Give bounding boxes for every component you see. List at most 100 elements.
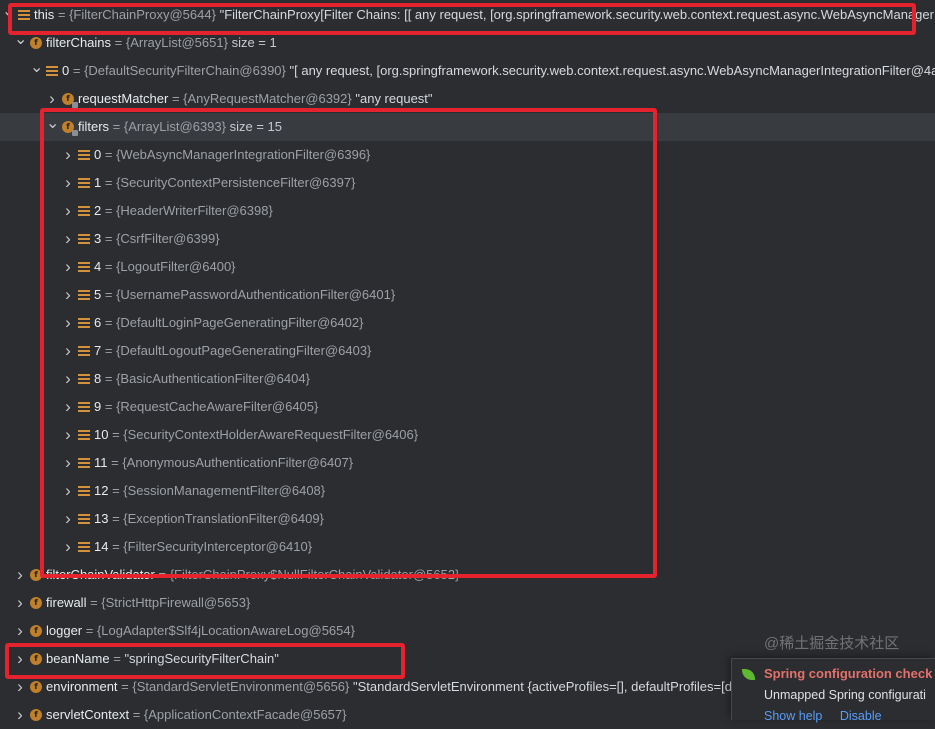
variable-name: beanName — [46, 651, 110, 666]
field-icon: f — [62, 121, 74, 133]
chevron-right-icon[interactable]: › — [62, 337, 74, 365]
variable-type: {ExceptionTranslationFilter@6409} — [123, 511, 324, 526]
variable-type: {RequestCacheAwareFilter@6405} — [116, 399, 318, 414]
variable-type: {ArrayList@6393} — [124, 119, 226, 134]
chevron-right-icon[interactable]: › — [62, 309, 74, 337]
variable-text: 8 = {BasicAuthenticationFilter@6404} — [94, 365, 310, 393]
chevron-right-icon[interactable]: › — [62, 253, 74, 281]
chevron-down-icon[interactable]: ⌄ — [30, 57, 42, 85]
variable-row[interactable]: ⌄ffilterChains = {ArrayList@5651} size =… — [0, 29, 935, 57]
variable-row[interactable]: ›ffirewall = {StrictHttpFirewall@5653} — [0, 589, 935, 617]
equals-sign: = — [54, 7, 69, 22]
chevron-right-icon[interactable]: › — [62, 281, 74, 309]
chevron-right-icon[interactable]: › — [14, 561, 26, 589]
chevron-down-icon[interactable]: ⌄ — [14, 29, 26, 57]
variable-name: 11 — [94, 455, 108, 470]
chevron-right-icon[interactable]: › — [14, 645, 26, 673]
chevron-right-icon[interactable]: › — [62, 141, 74, 169]
variable-type: {UsernamePasswordAuthenticationFilter@64… — [116, 287, 395, 302]
variable-type: {LogoutFilter@6400} — [116, 259, 235, 274]
list-icon — [78, 234, 90, 244]
variable-type: {ArrayList@5651} — [126, 35, 228, 50]
variable-row[interactable]: › f filterChainValidator = {FilterChainPro… — [0, 561, 935, 589]
chevron-right-icon[interactable]: › — [62, 421, 74, 449]
spring-leaf-icon — [742, 669, 755, 680]
variable-text: beanName = "springSecurityFilterChain" — [46, 645, 279, 673]
variable-row[interactable]: ›14 = {FilterSecurityInterceptor@6410} — [0, 533, 935, 561]
chevron-down-icon[interactable]: ⌄ — [46, 113, 58, 141]
variable-text: 4 = {LogoutFilter@6400} — [94, 253, 236, 281]
chevron-right-icon[interactable]: › — [62, 449, 74, 477]
variable-row[interactable]: ›3 = {CsrfFilter@6399} — [0, 225, 935, 253]
spring-configuration-notification[interactable]: Spring configuration check Unmapped Spri… — [731, 658, 935, 720]
variable-name: firewall — [46, 595, 86, 610]
chevron-right-icon[interactable]: › — [62, 477, 74, 505]
variable-row[interactable]: › 8 = {BasicAuthenticationFilter@6404} — [0, 365, 935, 393]
chevron-right-icon[interactable]: › — [62, 197, 74, 225]
list-icon — [78, 290, 90, 300]
variable-row[interactable]: ›frequestMatcher = {AnyRequestMatcher@63… — [0, 85, 935, 113]
field-icon: f — [30, 569, 42, 581]
chevron-right-icon[interactable]: › — [62, 533, 74, 561]
show-help-link[interactable]: Show help — [764, 709, 822, 723]
variable-type: {AnyRequestMatcher@6392} — [183, 91, 352, 106]
list-icon — [78, 542, 90, 552]
field-icon: f — [30, 625, 42, 637]
variable-name: servletContext — [46, 707, 129, 722]
equals-sign: = — [108, 539, 123, 554]
equals-sign: = — [101, 399, 116, 414]
watermark: @稀土掘金技术社区 — [764, 632, 899, 653]
chevron-down-icon[interactable]: ⌄ — [2, 1, 14, 29]
variable-text: 1 = {SecurityContextPersistenceFilter@63… — [94, 169, 355, 197]
variable-type: {FilterChainProxy@5644} — [69, 7, 216, 22]
variable-row[interactable]: ›11 = {AnonymousAuthenticationFilter@640… — [0, 449, 935, 477]
variable-row[interactable]: ⌄0 = {DefaultSecurityFilterChain@6390} "… — [0, 57, 935, 85]
chevron-right-icon[interactable]: › — [14, 617, 26, 645]
variable-name: 13 — [94, 511, 108, 526]
list-icon — [78, 150, 90, 160]
variable-row[interactable]: › 13 = {ExceptionTranslationFilter@6409} — [0, 505, 935, 533]
notification-body: Unmapped Spring configurati — [764, 688, 926, 702]
chevron-right-icon[interactable]: › — [14, 701, 26, 729]
variable-row[interactable]: ›2 = {HeaderWriterFilter@6398} — [0, 197, 935, 225]
variable-text: requestMatcher = {AnyRequestMatcher@6392… — [78, 85, 433, 113]
equals-sign: = — [108, 511, 123, 526]
chevron-right-icon[interactable]: › — [46, 85, 58, 113]
variable-name: 10 — [94, 427, 108, 442]
variable-row[interactable]: ›5 = {UsernamePasswordAuthenticationFilt… — [0, 281, 935, 309]
variable-row[interactable]: ›9 = {RequestCacheAwareFilter@6405} — [0, 393, 935, 421]
variable-name: filterChainValidator — [46, 567, 155, 582]
variable-row[interactable]: ›7 = {DefaultLogoutPageGeneratingFilter@… — [0, 337, 935, 365]
chevron-right-icon[interactable]: › — [62, 225, 74, 253]
variable-type: {AnonymousAuthenticationFilter@6407} — [122, 455, 353, 470]
variable-row[interactable]: › 12 = {SessionManagementFilter@6408} — [0, 477, 935, 505]
chevron-right-icon[interactable]: › — [62, 393, 74, 421]
variable-value: "any request" — [355, 91, 432, 106]
variable-row[interactable]: › 1 = {SecurityContextPersistenceFilter@6… — [0, 169, 935, 197]
disable-link[interactable]: Disable — [840, 709, 882, 723]
variable-row[interactable]: ⌄ffilters = {ArrayList@6393} size = 15 — [0, 113, 935, 141]
variable-row[interactable]: ›6 = {DefaultLoginPageGeneratingFilter@6… — [0, 309, 935, 337]
variable-text: filterChains = {ArrayList@5651} size = 1 — [46, 29, 277, 57]
variable-type: {StrictHttpFirewall@5653} — [101, 595, 250, 610]
chevron-right-icon[interactable]: › — [62, 169, 74, 197]
variable-text: filterChainValidator = {FilterChainProxy… — [46, 561, 459, 589]
variable-text: 0 = {WebAsyncManagerIntegrationFilter@63… — [94, 141, 370, 169]
list-icon — [46, 66, 58, 76]
chevron-right-icon[interactable]: › — [14, 673, 26, 701]
variable-name: this — [34, 7, 54, 22]
chevron-right-icon[interactable]: › — [62, 505, 74, 533]
chevron-right-icon[interactable]: › — [14, 589, 26, 617]
list-icon — [78, 514, 90, 524]
equals-sign: = — [108, 483, 123, 498]
variable-row[interactable]: ⌄this = {FilterChainProxy@5644} "FilterC… — [0, 1, 935, 29]
variable-type: {WebAsyncManagerIntegrationFilter@6396} — [116, 147, 370, 162]
field-icon: f — [30, 709, 42, 721]
equals-sign: = — [101, 231, 116, 246]
variable-row[interactable]: › 4 = {LogoutFilter@6400} — [0, 253, 935, 281]
variable-row[interactable]: › 0 = {WebAsyncManagerIntegrationFilter@6… — [0, 141, 935, 169]
variable-text: environment = {StandardServletEnvironmen… — [46, 673, 732, 701]
variable-row[interactable]: ›10 = {SecurityContextHolderAwareRequest… — [0, 421, 935, 449]
variable-text: 12 = {SessionManagementFilter@6408} — [94, 477, 325, 505]
chevron-right-icon[interactable]: › — [62, 365, 74, 393]
